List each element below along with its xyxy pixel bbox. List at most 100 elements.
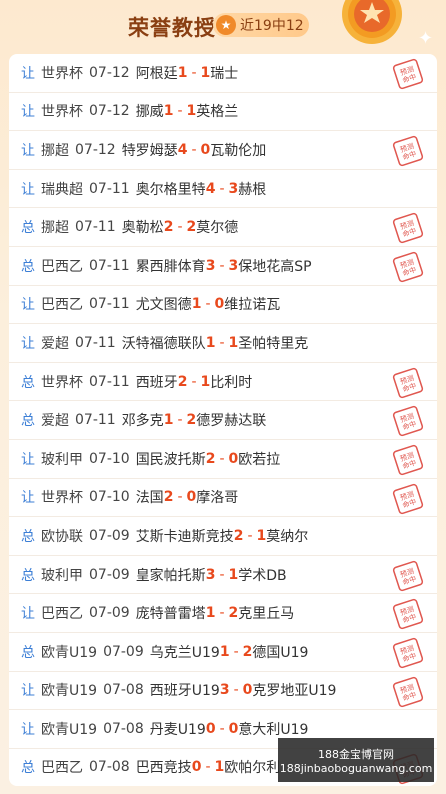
bet-type: 让 [21, 451, 35, 468]
list-item[interactable]: 让世界杯 07-12 阿根廷 1-1 瑞士 预测 命中 [9, 54, 437, 93]
away-score: 1 [200, 373, 211, 390]
list-item[interactable]: 让欧青U19 07-08 西班牙U19 3-0 克罗地亚U19 预测 命中 [9, 672, 437, 711]
list-item[interactable]: 总爱超 07-11 邓多克 1-2 德罗赫达联 预测 命中 [9, 401, 437, 440]
match-date: 07-11 [89, 180, 130, 197]
score-separator: - [191, 373, 197, 390]
home-score: 3 [219, 682, 230, 699]
list-item[interactable]: 让爱超 07-11 沃特福德联队 1-1 圣帕特里克 [9, 324, 437, 363]
match-date: 07-12 [75, 141, 116, 158]
match-date: 07-08 [103, 682, 144, 699]
score-separator: - [219, 720, 225, 737]
list-item[interactable]: 总世界杯 07-11 西班牙 2-1 比利时 预测 命中 [9, 363, 437, 402]
league-name: 挪超 [41, 220, 69, 237]
bet-type: 让 [21, 142, 35, 159]
match-date: 07-10 [89, 450, 130, 467]
home-team: 艾斯卡迪斯竞技 [135, 528, 234, 545]
league-name: 玻利甲 [41, 567, 83, 584]
match-date: 07-12 [89, 64, 130, 81]
home-score: 3 [205, 566, 216, 583]
list-item[interactable]: 让瑞典超 07-11 奥尔格里特 4-3 赫根 [9, 170, 437, 209]
list-item[interactable]: 让巴西乙 07-11 尤文图德 1-0 维拉诺瓦 [9, 286, 437, 325]
home-team: 皇家帕托斯 [135, 567, 206, 584]
away-score: 2 [228, 605, 239, 622]
list-item[interactable]: 总欧青U19 07-09 乌克兰U19 1-2 德国U19 预测 命中 [9, 633, 437, 672]
away-score: 2 [242, 643, 253, 660]
prediction-hit-stamp: 预测命中 [392, 406, 424, 437]
away-team: 莫尔德 [196, 220, 239, 237]
away-team: 欧帕尔利 [224, 760, 281, 777]
list-item[interactable]: 让世界杯 07-12 挪威 1-1 英格兰 [9, 93, 437, 132]
prediction-hit-stamp: 预测命中 [392, 637, 424, 668]
score-separator: - [233, 682, 239, 699]
away-score: 0 [186, 489, 197, 506]
prediction-hit-stamp: 预测命中 [392, 444, 424, 476]
away-score: 1 [228, 334, 239, 351]
away-team: 保地花高SP [238, 258, 312, 275]
home-team: 丹麦U19 [149, 721, 206, 738]
list-item[interactable]: 让世界杯 07-10 法国 2-0 摩洛哥 预测 命中 [9, 479, 437, 518]
score-separator: - [233, 643, 239, 660]
home-team: 巴西竞技 [135, 760, 192, 777]
prediction-hit-stamp: 预测命中 [392, 599, 424, 630]
match-date: 07-11 [89, 257, 130, 274]
match-date: 07-12 [89, 103, 130, 120]
away-team: 欧若拉 [238, 451, 281, 468]
score-separator: - [177, 219, 183, 236]
away-score: 0 [228, 450, 239, 467]
bet-type: 让 [21, 490, 35, 507]
home-score: 2 [177, 373, 188, 390]
score-separator: - [177, 412, 183, 429]
match-date: 07-09 [89, 527, 130, 544]
list-item[interactable]: 总挪超 07-11 奥勒松 2-2 莫尔德 预测 命中 [9, 208, 437, 247]
match-date: 07-09 [89, 566, 130, 583]
away-team: 英格兰 [196, 104, 239, 121]
home-score: 2 [205, 450, 216, 467]
score-separator: - [205, 759, 211, 776]
list-item[interactable]: 让挪超 07-12 特罗姆瑟 4-0 瓦勒伦加 预测 命中 [9, 131, 437, 170]
list-item[interactable]: 让玻利甲 07-10 国民波托斯 2-0 欧若拉 预测 命中 [9, 440, 437, 479]
home-team: 阿根廷 [135, 65, 178, 82]
away-team: 学术DB [238, 567, 287, 584]
prediction-hit-stamp: 预测命中 [392, 213, 424, 244]
list-item[interactable]: 总巴西乙 07-11 累西腓体育 3-3 保地花高SP 预测 命中 [9, 247, 437, 286]
match-date: 07-11 [75, 334, 116, 351]
home-score: 1 [191, 296, 202, 313]
away-team: 莫纳尔 [266, 528, 309, 545]
away-score: 1 [256, 527, 267, 544]
away-score: 1 [186, 103, 197, 120]
home-score: 1 [219, 643, 230, 660]
home-team: 法国 [135, 490, 164, 507]
home-team: 尤文图德 [135, 297, 192, 314]
score-separator: - [177, 489, 183, 506]
list-item[interactable]: 让巴西乙 07-09 庞特普雷塔 1-2 克里丘马 预测 命中 [9, 594, 437, 633]
list-item[interactable]: 总欧协联 07-09 艾斯卡迪斯竞技 2-1 莫纳尔 [9, 517, 437, 556]
prediction-hit-stamp: 预测命中 [392, 251, 424, 283]
home-team: 西班牙U19 [149, 683, 220, 700]
match-date: 07-11 [89, 296, 130, 313]
score-separator: - [247, 527, 253, 544]
bet-type: 总 [21, 258, 35, 275]
list-item[interactable]: 总玻利甲 07-09 皇家帕托斯 3-1 学术DB 预测 命中 [9, 556, 437, 595]
bet-type: 总 [21, 413, 35, 430]
home-score: 1 [205, 334, 216, 351]
bet-type: 总 [21, 567, 35, 584]
away-team: 克里丘马 [238, 606, 295, 623]
prediction-hit-stamp: 预测命中 [392, 560, 424, 591]
home-team: 国民波托斯 [135, 451, 206, 468]
away-score: 0 [228, 720, 239, 737]
bet-type: 让 [21, 683, 35, 700]
home-team: 沃特福德联队 [121, 335, 206, 352]
league-name: 欧青U19 [41, 683, 98, 700]
star-icon: ★ [216, 15, 236, 35]
header: 荣誉教授 ★ 近19中12 ✦ [0, 0, 446, 52]
away-team: 圣帕特里克 [238, 335, 309, 352]
bet-type: 总 [21, 528, 35, 545]
away-score: 2 [186, 412, 197, 429]
home-team: 奥尔格里特 [135, 181, 206, 198]
home-team: 挪威 [135, 104, 164, 121]
league-name: 欧青U19 [41, 721, 98, 738]
away-team: 维拉诺瓦 [224, 297, 281, 314]
bet-type: 让 [21, 297, 35, 314]
away-team: 意大利U19 [238, 721, 309, 738]
home-team: 西班牙 [135, 374, 178, 391]
